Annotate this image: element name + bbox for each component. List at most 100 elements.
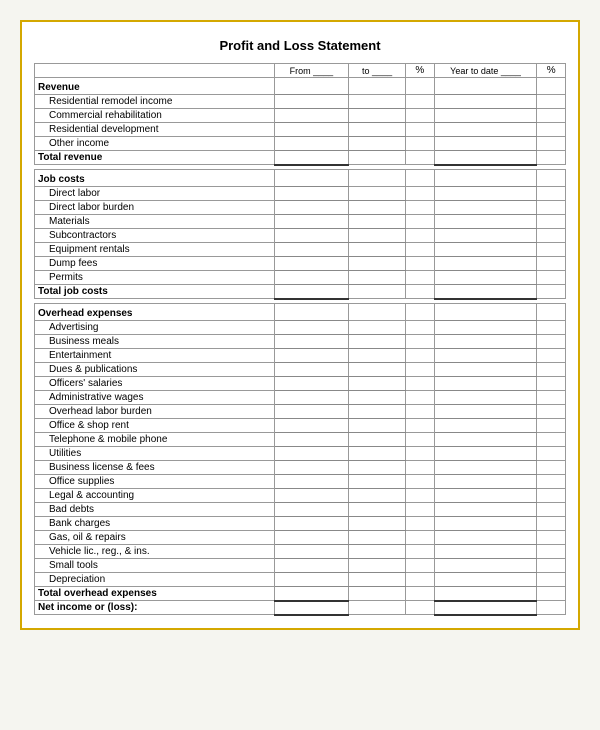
row-pct2: [537, 587, 566, 601]
row-pct2: [537, 109, 566, 123]
row-label: Officers' salaries: [35, 377, 275, 391]
row-label: Bad debts: [35, 503, 275, 517]
row-pct1: [406, 559, 435, 573]
row-ytd: [434, 95, 537, 109]
row-ytd: [434, 257, 537, 271]
row-ytd: [434, 489, 537, 503]
row-to: [349, 503, 406, 517]
row-ytd: [434, 187, 537, 201]
row-ytd: [434, 109, 537, 123]
row-ytd: [434, 285, 537, 299]
row-to: [349, 257, 406, 271]
row-from: [274, 335, 348, 349]
table-row: Telephone & mobile phone: [35, 433, 566, 447]
row-ytd: [434, 475, 537, 489]
row-ytd: [434, 601, 537, 615]
row-ytd: [434, 391, 537, 405]
row-label: Overhead expenses: [35, 304, 275, 321]
row-ytd: [434, 363, 537, 377]
col-header-pct1: %: [406, 64, 435, 78]
row-to: [349, 321, 406, 335]
table-row: Direct labor burden: [35, 201, 566, 215]
row-label: Business meals: [35, 335, 275, 349]
row-pct2: [537, 201, 566, 215]
row-from: [274, 201, 348, 215]
table-row: Depreciation: [35, 573, 566, 587]
table-row: Entertainment: [35, 349, 566, 363]
row-pct2: [537, 489, 566, 503]
table-row: Bank charges: [35, 517, 566, 531]
row-pct1: [406, 405, 435, 419]
row-to: [349, 151, 406, 165]
row-from: [274, 285, 348, 299]
row-from: [274, 391, 348, 405]
row-label: Revenue: [35, 78, 275, 95]
row-pct1: [406, 151, 435, 165]
table-row: Subcontractors: [35, 229, 566, 243]
row-label: Residential development: [35, 123, 275, 137]
col-header-from: From ____: [274, 64, 348, 78]
row-to: [349, 489, 406, 503]
row-to: [349, 229, 406, 243]
row-to: [349, 95, 406, 109]
row-from: [274, 95, 348, 109]
table-row: Dues & publications: [35, 363, 566, 377]
row-to: [349, 123, 406, 137]
row-to: [349, 447, 406, 461]
row-label: Dump fees: [35, 257, 275, 271]
row-pct1: [406, 285, 435, 299]
row-label: Equipment rentals: [35, 243, 275, 257]
row-pct1: [406, 137, 435, 151]
row-from: [274, 433, 348, 447]
table-row: Direct labor: [35, 187, 566, 201]
row-label: Gas, oil & repairs: [35, 531, 275, 545]
row-pct1: [406, 419, 435, 433]
row-pct2: [537, 559, 566, 573]
row-from: [274, 573, 348, 587]
row-from: [274, 559, 348, 573]
row-to: [349, 419, 406, 433]
table-row: Office & shop rent: [35, 419, 566, 433]
row-pct1: [406, 321, 435, 335]
table-row: Vehicle lic., reg., & ins.: [35, 545, 566, 559]
row-ytd: [434, 151, 537, 165]
row-pct2: [537, 170, 566, 187]
row-ytd: [434, 419, 537, 433]
row-ytd: [434, 545, 537, 559]
row-pct2: [537, 215, 566, 229]
row-from: [274, 531, 348, 545]
row-pct1: [406, 95, 435, 109]
row-label: Entertainment: [35, 349, 275, 363]
table-row: Commercial rehabilitation: [35, 109, 566, 123]
row-ytd: [434, 243, 537, 257]
row-from: [274, 321, 348, 335]
row-from: [274, 587, 348, 601]
row-pct1: [406, 461, 435, 475]
pnl-table: From ____ to ____ % Year to date ____ % …: [34, 63, 566, 616]
row-from: [274, 377, 348, 391]
table-row: Gas, oil & repairs: [35, 531, 566, 545]
table-row: Dump fees: [35, 257, 566, 271]
row-to: [349, 587, 406, 601]
table-row: Residential remodel income: [35, 95, 566, 109]
row-pct2: [537, 257, 566, 271]
row-pct1: [406, 503, 435, 517]
row-from: [274, 123, 348, 137]
row-from: [274, 137, 348, 151]
row-from: [274, 405, 348, 419]
row-from: [274, 187, 348, 201]
table-header-row: From ____ to ____ % Year to date ____ %: [35, 64, 566, 78]
page: Profit and Loss Statement From ____ to _…: [20, 20, 580, 630]
table-row: Overhead expenses: [35, 304, 566, 321]
row-pct2: [537, 377, 566, 391]
row-pct2: [537, 123, 566, 137]
row-ytd: [434, 517, 537, 531]
row-to: [349, 187, 406, 201]
col-header-label: [35, 64, 275, 78]
row-pct2: [537, 137, 566, 151]
row-to: [349, 601, 406, 615]
table-row: Legal & accounting: [35, 489, 566, 503]
row-label: Permits: [35, 271, 275, 285]
row-pct1: [406, 433, 435, 447]
table-row: Bad debts: [35, 503, 566, 517]
